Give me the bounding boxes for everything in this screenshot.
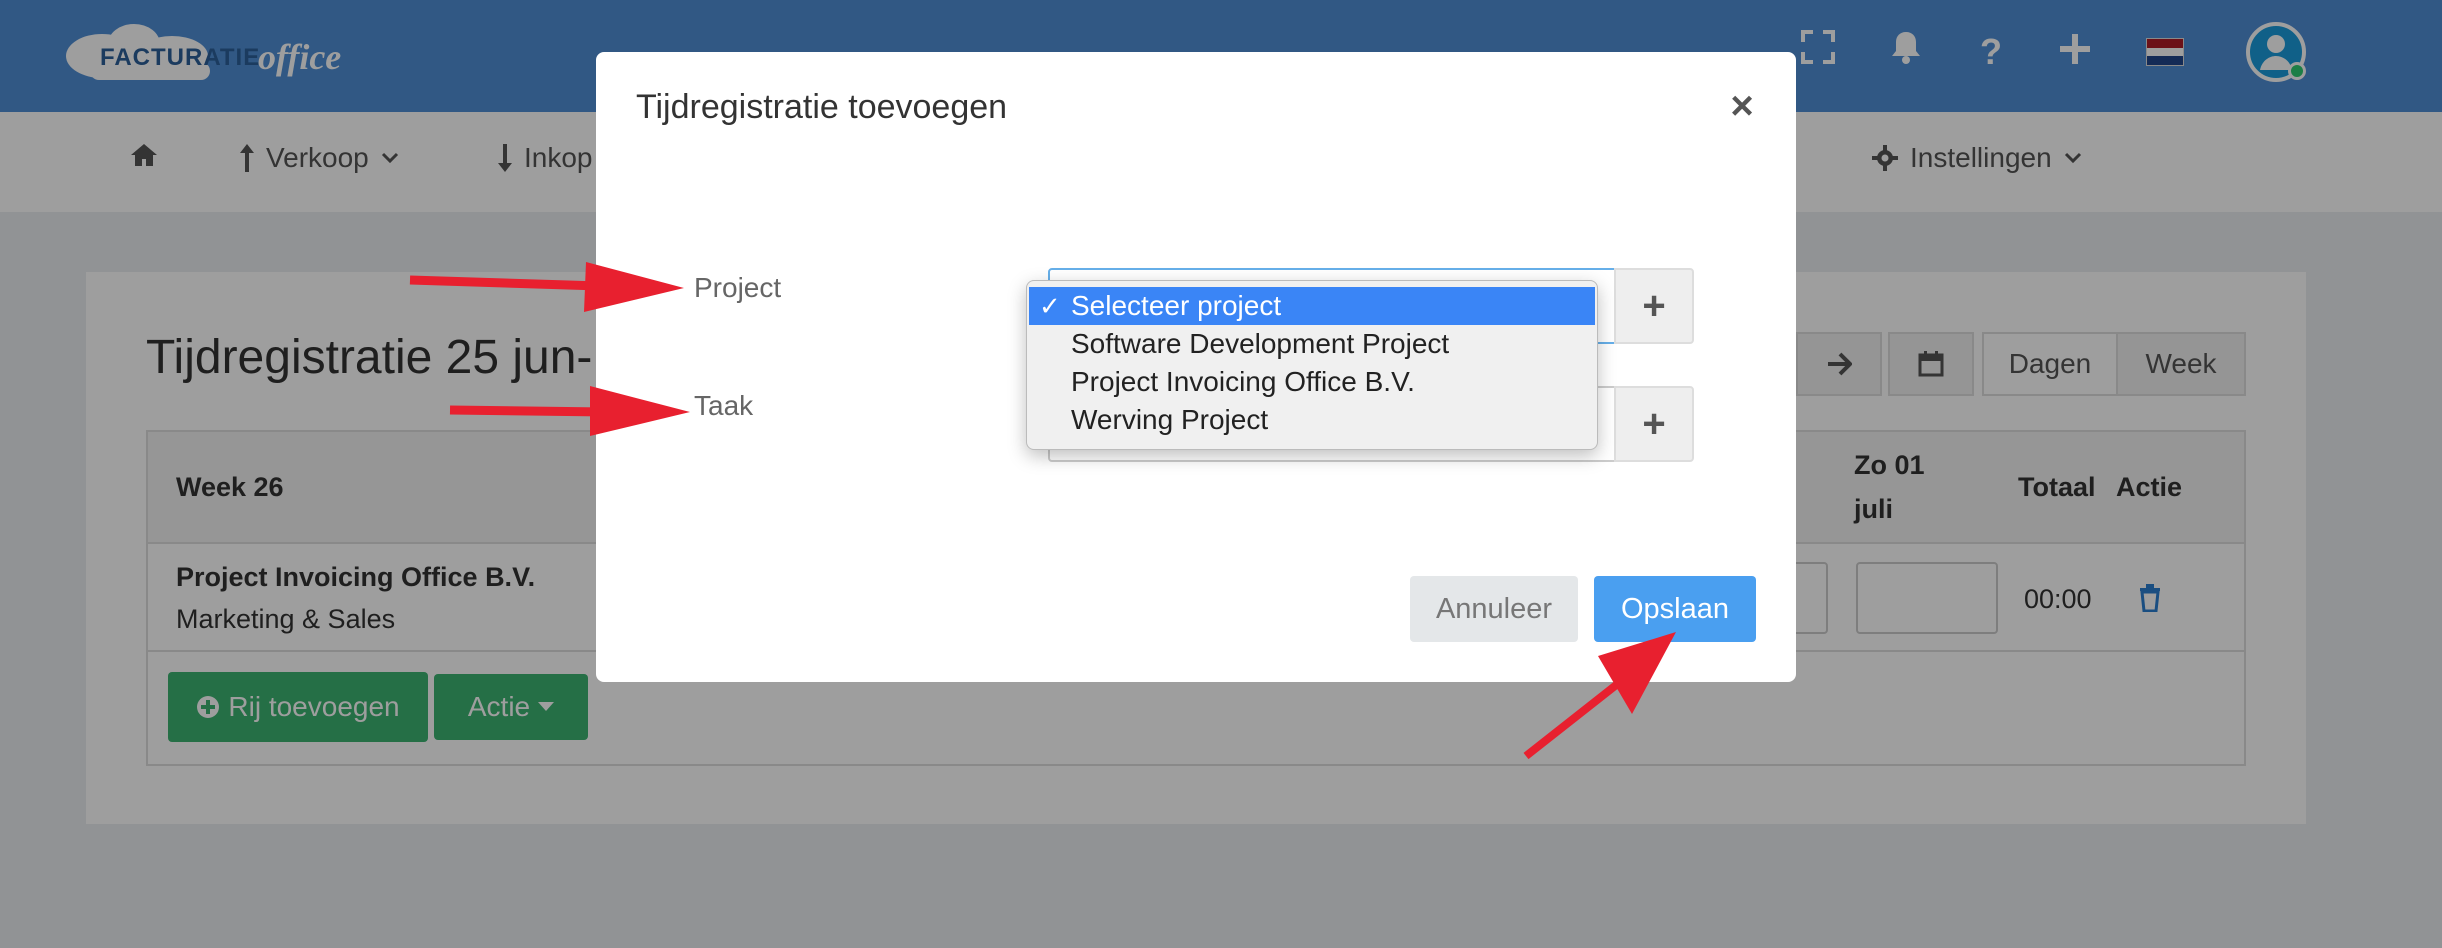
modal-title: Tijdregistratie toevoegen (636, 88, 1008, 126)
task-label: Taak (694, 390, 754, 421)
option-label: Project Invoicing Office B.V. (1071, 366, 1415, 397)
cancel-button[interactable]: Annuleer (1410, 576, 1578, 642)
option-label: Werving Project (1071, 404, 1269, 435)
add-project-button[interactable]: + (1614, 268, 1694, 344)
close-icon[interactable]: × (1726, 86, 1758, 126)
check-icon: ✓ (1039, 291, 1061, 321)
project-options-list: ✓ Selecteer project Software Development… (1026, 280, 1598, 450)
project-option-invoicing[interactable]: Project Invoicing Office B.V. (1029, 363, 1595, 401)
save-button[interactable]: Opslaan (1594, 576, 1756, 642)
option-label: Software Development Project (1071, 328, 1450, 359)
project-option-software[interactable]: Software Development Project (1029, 325, 1595, 363)
add-task-button[interactable]: + (1614, 386, 1694, 462)
project-option-selecteer[interactable]: ✓ Selecteer project (1029, 287, 1595, 325)
project-option-werving[interactable]: Werving Project (1029, 401, 1595, 439)
option-label: Selecteer project (1071, 290, 1282, 321)
project-label: Project (694, 272, 782, 303)
